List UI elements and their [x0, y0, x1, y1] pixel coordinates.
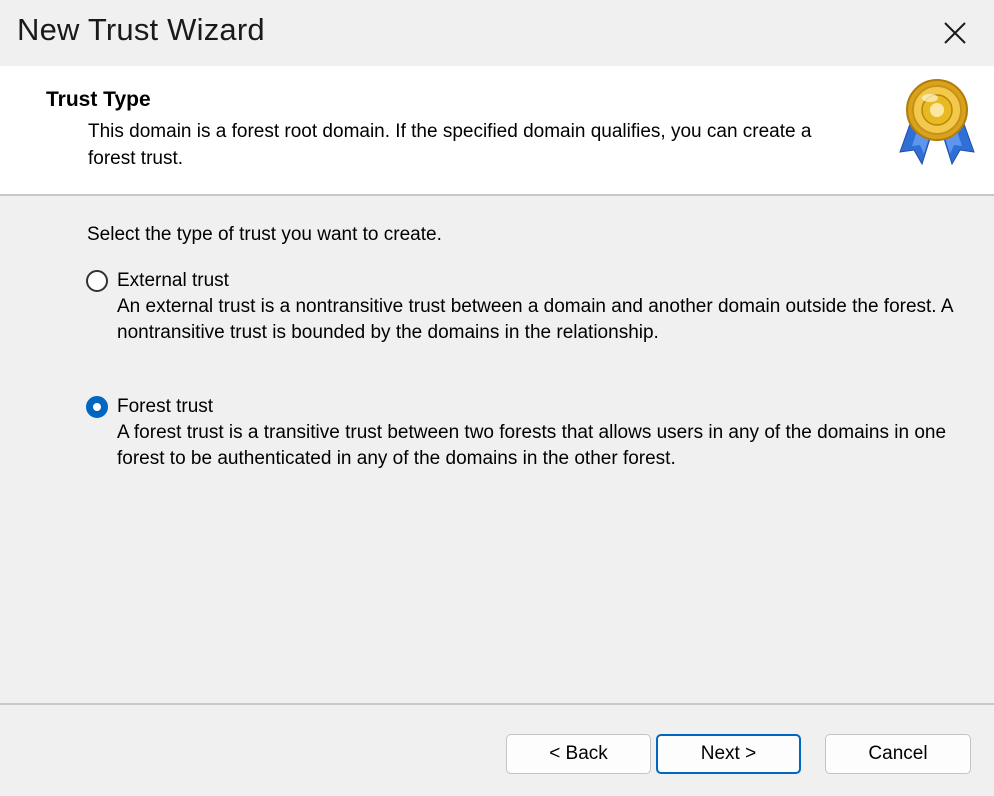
close-icon	[944, 22, 966, 44]
external-trust-option: External trust An external trust is a no…	[86, 270, 966, 346]
certificate-ribbon-icon	[899, 79, 975, 166]
external-trust-radio[interactable]	[86, 270, 108, 292]
trust-type-prompt: Select the type of trust you want to cre…	[87, 224, 442, 245]
title-bar: New Trust Wizard	[0, 0, 994, 66]
forest-trust-label[interactable]: Forest trust	[117, 396, 213, 418]
next-button[interactable]: Next >	[656, 734, 801, 774]
back-button[interactable]: < Back	[506, 734, 651, 774]
forest-trust-option: Forest trust A forest trust is a transit…	[86, 396, 966, 472]
page-description: This domain is a forest root domain. If …	[88, 121, 812, 169]
footer-divider	[0, 703, 994, 705]
external-trust-label[interactable]: External trust	[117, 270, 229, 292]
external-trust-description: An external trust is a nontransitive tru…	[117, 296, 953, 343]
window-title: New Trust Wizard	[17, 12, 265, 47]
forest-trust-description: A forest trust is a transitive trust bet…	[117, 422, 947, 469]
page-title: Trust Type	[46, 88, 151, 111]
external-trust-radio-row[interactable]: External trust	[86, 270, 966, 292]
cancel-button[interactable]: Cancel	[825, 734, 971, 774]
forest-trust-radio[interactable]	[86, 396, 108, 418]
wizard-header: Trust Type This domain is a forest root …	[0, 66, 994, 196]
close-button[interactable]	[916, 0, 994, 66]
forest-trust-radio-row[interactable]: Forest trust	[86, 396, 966, 418]
